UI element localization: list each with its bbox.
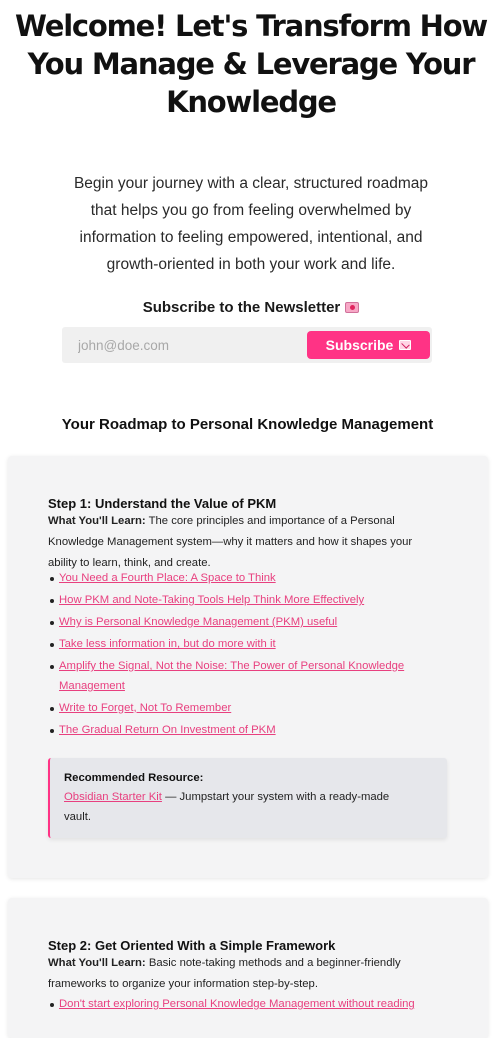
step-description-line: frameworks to organize your information … [48, 978, 318, 990]
step-description: What You'll Learn: The core principles a… [48, 511, 448, 574]
intro-line: Begin your journey with a clear, structu… [73, 175, 429, 192]
step-description-text: Basic note-taking methods and a beginner… [148, 957, 401, 969]
subscribe-button[interactable]: Subscribe [307, 331, 430, 359]
article-link[interactable]: The Gradual Return On Investment of PKM [59, 724, 276, 736]
what-youll-learn-label: What You'll Learn: [48, 957, 146, 969]
recommended-resource-description: vault. [64, 810, 92, 823]
intro-line: that helps you go from feeling overwhelm… [90, 202, 412, 219]
page-title-line: Welcome! Let's Transform How [14, 9, 488, 43]
love-letter-icon [345, 302, 360, 313]
article-link[interactable]: Write to Forget, Not To Remember [59, 702, 231, 714]
obsidian-starter-kit-link[interactable]: Obsidian Starter Kit [64, 791, 162, 803]
list-item: Amplify the Signal, Not the Noise: The P… [50, 657, 449, 696]
step-description: What You'll Learn: Basic note-taking met… [48, 953, 448, 995]
article-link-line: Amplify the Signal, Not the Noise: The P… [59, 660, 405, 672]
email-field[interactable] [62, 327, 306, 363]
step-title: Step 1: Understand the Value of PKM [48, 496, 277, 511]
article-link[interactable]: You Need a Fourth Place: A Space to Thin… [59, 572, 276, 584]
page-title: Welcome! Let's Transform How You Manage … [0, 7, 502, 121]
article-link[interactable]: Amplify the Signal, Not the Noise: The P… [59, 657, 449, 696]
roadmap-heading: Your Roadmap to Personal Knowledge Manag… [61, 416, 434, 433]
recommended-resource-text: Obsidian Starter Kit — Jumpstart your sy… [64, 788, 434, 827]
article-link-list: Don't start exploring Personal Knowledge… [50, 995, 449, 1017]
page-title-line: You Manage & Leverage Your [27, 47, 476, 81]
list-item: How PKM and Note-Taking Tools Help Think… [50, 591, 449, 611]
intro-line: information to feeling empowered, intent… [79, 229, 423, 246]
list-item: The Gradual Return On Investment of PKM [50, 721, 449, 741]
list-item: Take less information in, but do more wi… [50, 635, 449, 655]
page-title-line: Knowledge [166, 85, 337, 119]
list-item: You Need a Fourth Place: A Space to Thin… [50, 569, 449, 589]
recommended-resource-description: — Jumpstart your system with a ready-mad… [161, 791, 390, 803]
list-item: Why is Personal Knowledge Management (PK… [50, 613, 449, 633]
newsletter-heading-text: Subscribe to the Newsletter [142, 299, 341, 316]
step-title: Step 2: Get Oriented With a Simple Frame… [48, 938, 336, 953]
article-link[interactable]: Don't start exploring Personal Knowledge… [59, 998, 415, 1010]
article-link[interactable]: Why is Personal Knowledge Management (PK… [59, 616, 337, 628]
step-description-line: Knowledge Management system—why it matte… [48, 536, 413, 548]
article-link-list: You Need a Fourth Place: A Space to Thin… [50, 569, 449, 743]
step-description-text: The core principles and importance of a … [148, 515, 395, 527]
step-description-line: What You'll Learn: Basic note-taking met… [48, 953, 448, 974]
article-link[interactable]: How PKM and Note-Taking Tools Help Think… [59, 594, 364, 606]
list-item: Don't start exploring Personal Knowledge… [50, 995, 449, 1015]
step-description-line: What You'll Learn: The core principles a… [48, 511, 448, 532]
step-card: Step 1: Understand the Value of PKM What… [8, 456, 488, 878]
article-link-line: Management [59, 679, 125, 692]
step-card: Step 2: Get Oriented With a Simple Frame… [8, 898, 488, 1038]
list-item: Write to Forget, Not To Remember [50, 699, 449, 719]
recommended-resource-heading: Recommended Resource: [64, 772, 204, 784]
newsletter-heading: Subscribe to the Newsletter [0, 299, 502, 316]
what-youll-learn-label: What You'll Learn: [48, 515, 146, 527]
intro-paragraph: Begin your journey with a clear, structu… [58, 170, 444, 278]
article-link[interactable]: Take less information in, but do more wi… [59, 638, 276, 650]
subscribe-button-label: Subscribe [325, 337, 394, 353]
newsletter-signup-form: Subscribe [62, 327, 432, 363]
envelope-icon [399, 340, 412, 350]
intro-line: growth-oriented in both your work and li… [106, 256, 396, 273]
recommended-resource-callout: Recommended Resource: Obsidian Starter K… [48, 758, 447, 838]
